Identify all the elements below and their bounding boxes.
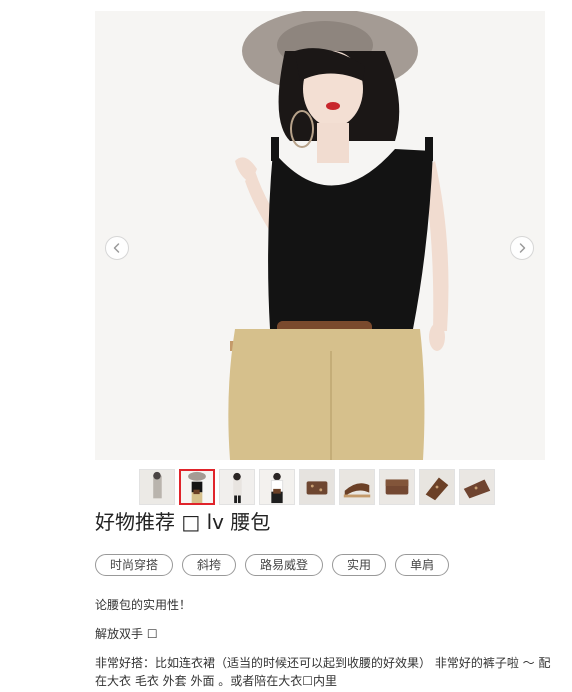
tag-fashion-outfit[interactable]: 时尚穿搭 bbox=[95, 554, 174, 576]
main-photo[interactable] bbox=[95, 11, 545, 460]
thumbnail[interactable] bbox=[339, 469, 375, 505]
thumbnail-strip bbox=[139, 469, 495, 505]
thumbnail[interactable] bbox=[299, 469, 335, 505]
next-image-button[interactable] bbox=[510, 236, 534, 260]
thumbnail[interactable] bbox=[379, 469, 415, 505]
tag-list: 时尚穿搭 斜挎 路易威登 实用 单肩 bbox=[95, 554, 450, 576]
thumbnail-active[interactable] bbox=[179, 469, 215, 505]
chevron-left-icon bbox=[113, 243, 120, 253]
product-post-page: 好物推荐 □ lv 腰包 时尚穿搭 斜挎 路易威登 实用 单肩 论腰包的实用性！… bbox=[0, 0, 572, 692]
thumbnail[interactable] bbox=[459, 469, 495, 505]
body-paragraph: 非常好搭：比如连衣裙（适当的时候还可以起到收腰的好效果） 非常好的裤子啦 ～ 配… bbox=[95, 656, 551, 688]
tag-louis-vuitton[interactable]: 路易威登 bbox=[245, 554, 324, 576]
tag-crossbody[interactable]: 斜挎 bbox=[182, 554, 237, 576]
body-paragraph: 解放双手 ☐ bbox=[95, 627, 158, 641]
body-paragraph: 论腰包的实用性！ bbox=[95, 598, 192, 612]
previous-image-button[interactable] bbox=[105, 236, 129, 260]
thumbnail[interactable] bbox=[219, 469, 255, 505]
thumbnail[interactable] bbox=[139, 469, 175, 505]
post-title: 好物推荐 □ lv 腰包 bbox=[95, 510, 271, 534]
tag-practical[interactable]: 实用 bbox=[332, 554, 387, 576]
thumbnail[interactable] bbox=[419, 469, 455, 505]
tag-shoulder[interactable]: 单肩 bbox=[395, 554, 450, 576]
chevron-right-icon bbox=[519, 243, 526, 253]
thumbnail[interactable] bbox=[259, 469, 295, 505]
